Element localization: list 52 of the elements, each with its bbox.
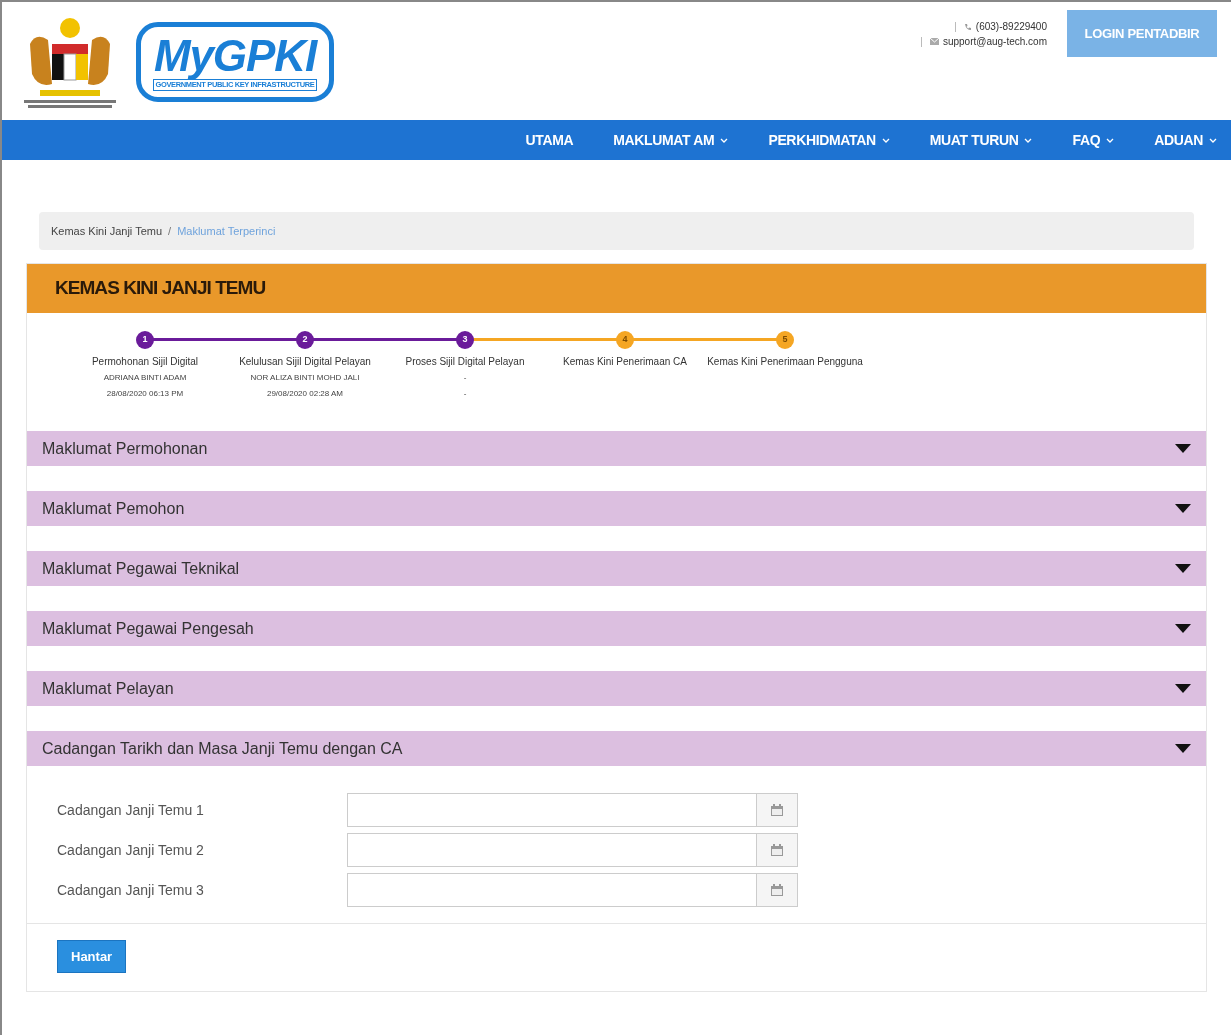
nav-link[interactable]: UTAMA — [525, 129, 574, 151]
breadcrumb-link[interactable]: Kemas Kini Janji Temu — [51, 222, 163, 240]
caret-icon — [1175, 504, 1191, 513]
step-title: Permohonan Sijil Digital — [90, 355, 200, 369]
caret-icon — [1175, 684, 1191, 693]
caret-icon — [1175, 744, 1191, 753]
phone-number: (603)-89229400 — [975, 20, 1047, 34]
step-detail: NOR ALIZA BINTI MOHD JALI — [250, 372, 360, 384]
field-label: Cadangan Janji Temu 2 — [57, 840, 205, 860]
nav-link[interactable]: MUAT TURUN — [929, 129, 1033, 151]
calendar-icon — [771, 884, 783, 896]
calendar-icon — [771, 844, 783, 856]
field-label: Cadangan Janji Temu 3 — [57, 880, 205, 900]
date-input-group[interactable] — [347, 833, 798, 867]
phone-icon — [963, 22, 972, 31]
calendar-icon — [771, 804, 783, 816]
step-title: Kemas Kini Penerimaan Pengguna — [706, 355, 864, 369]
breadcrumb-separator: / — [168, 223, 172, 239]
nav-link[interactable]: ADUAN — [1154, 129, 1217, 151]
step-detail: ADRIANA BINTI ADAM — [103, 372, 187, 384]
date-input-group[interactable] — [347, 873, 798, 907]
nav-link[interactable]: MAKLUMAT AM — [613, 129, 729, 151]
nav-link[interactable]: FAQ — [1072, 129, 1115, 151]
field-label: Cadangan Janji Temu 1 — [57, 800, 205, 820]
panel-title: KEMAS KINI JANJI TEMU — [55, 276, 266, 301]
envelope-icon — [929, 38, 939, 45]
step-number: 5 — [776, 331, 794, 349]
accordion-header[interactable]: Maklumat Pegawai Teknikal — [27, 551, 1206, 586]
step-number: 2 — [296, 331, 314, 349]
nav-link[interactable]: PERKHIDMATAN — [768, 129, 890, 151]
step-detail: - — [463, 388, 467, 400]
step-title: Proses Sijil Digital Pelayan — [404, 355, 526, 369]
step-detail: 28/08/2020 06:13 PM — [106, 388, 184, 400]
accordion-header[interactable]: Cadangan Tarikh dan Masa Janji Temu dengan CA — [27, 731, 1206, 766]
caret-icon — [1175, 564, 1191, 573]
accordion-header[interactable]: Maklumat Permohonan — [27, 431, 1206, 466]
accordion-header[interactable]: Maklumat Pemohon — [27, 491, 1206, 526]
breadcrumb-current: Maklumat Terperinci — [177, 223, 276, 239]
email-address: support@aug-tech.com — [942, 35, 1047, 49]
accordion-header[interactable]: Maklumat Pelayan — [27, 671, 1206, 706]
caret-icon — [1175, 444, 1191, 453]
caret-icon — [1175, 624, 1191, 633]
step-number: 1 — [136, 331, 154, 349]
submit-button[interactable]: Hantar — [57, 940, 127, 973]
date-input-group[interactable] — [347, 793, 798, 827]
step-detail: 29/08/2020 02:28 AM — [266, 388, 344, 400]
step-number: 4 — [616, 331, 634, 349]
step-number: 3 — [456, 331, 474, 349]
step-title: Kelulusan Sijil Digital Pelayan — [238, 355, 372, 369]
step-title: Kemas Kini Penerimaan CA — [562, 355, 688, 369]
step-detail: - — [463, 372, 467, 384]
accordion-header[interactable]: Maklumat Pegawai Pengesah — [27, 611, 1206, 646]
